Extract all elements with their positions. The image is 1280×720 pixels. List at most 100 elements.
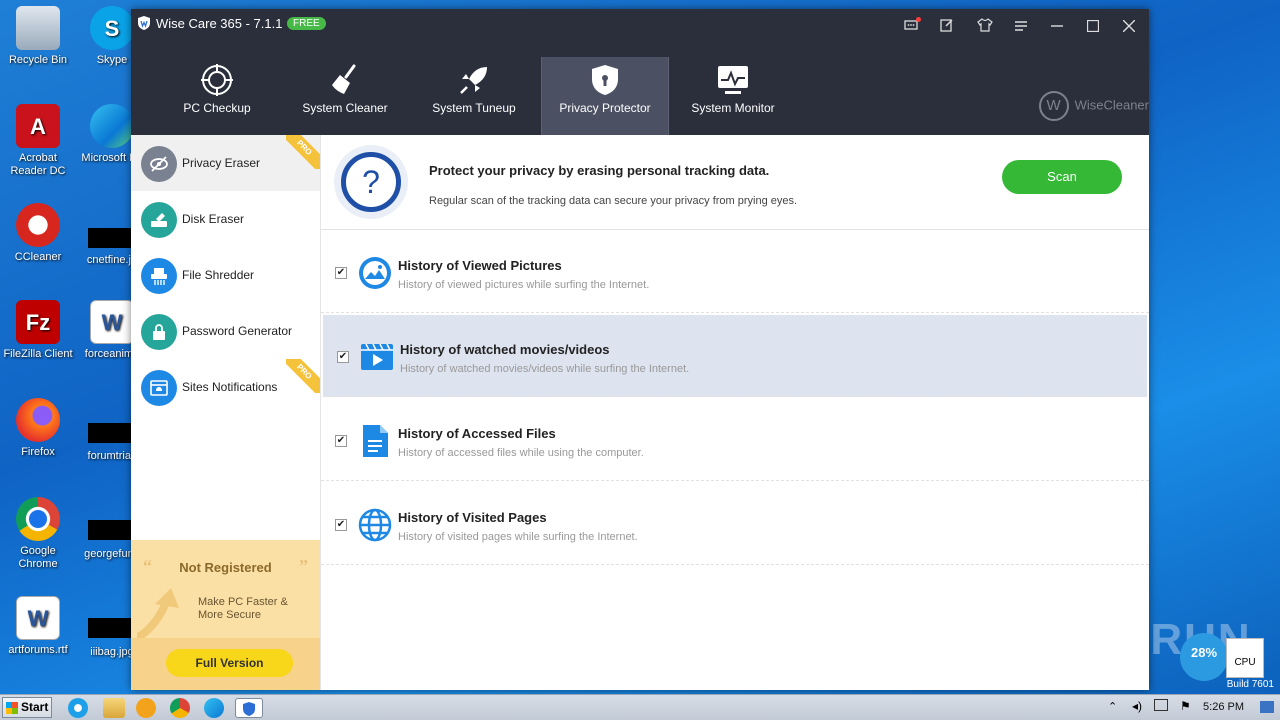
clock[interactable]: 5:26 PM (1203, 701, 1244, 713)
sidebar-item-label: Disk Eraser (182, 212, 245, 226)
feedback-icon[interactable] (901, 17, 921, 37)
desktop-icon-label: artforums.rtf (8, 644, 68, 656)
video-icon (361, 343, 393, 370)
browser-bell-icon (141, 370, 177, 406)
desktop-icon-label: cnetfine.jp (86, 254, 138, 266)
cpu-badge: CPU (1226, 638, 1264, 678)
picture-icon (359, 257, 391, 289)
volume-icon[interactable]: ◂) (1132, 699, 1142, 713)
crosshair-icon (201, 64, 233, 96)
shredder-icon (141, 258, 177, 294)
taskbar-chrome-icon[interactable] (170, 698, 190, 718)
desktop-icon-label: Skype (96, 54, 128, 66)
list-item[interactable]: ✔ History of watched movies/videos Histo… (323, 315, 1147, 397)
window-title: Wise Care 365 - 7.1.1 (156, 16, 283, 31)
scan-button[interactable]: Scan (1002, 160, 1122, 194)
item-description: History of accessed files while using th… (398, 447, 644, 459)
taskbar-wisecare-icon[interactable] (235, 698, 263, 718)
promo-footer: Full Version (131, 638, 320, 690)
tab-system-monitor[interactable]: System Monitor (669, 57, 797, 135)
title-bar: Wise Care 365 - 7.1.1 FREE (131, 9, 1149, 43)
flag-icon[interactable]: ⚑ (1180, 699, 1191, 713)
desktop-icon-label: Google Chrome (18, 545, 58, 570)
tab-label: System Monitor (691, 101, 775, 115)
wisecleaner-mark-icon: W (1038, 91, 1069, 121)
taskbar: Start ⌃ ◂) ⚑ 5:26 PM (0, 694, 1280, 720)
taskbar-explorer-icon[interactable] (103, 698, 125, 718)
pro-ribbon: PRO (286, 135, 320, 169)
desktop-icon-recycle-bin[interactable]: Recycle Bin (0, 6, 76, 67)
tab-label: Privacy Protector (559, 101, 651, 115)
main-content: ? Protect your privacy by erasing person… (321, 135, 1149, 690)
menu-icon[interactable] (1011, 17, 1031, 37)
minimize-button[interactable] (1047, 17, 1067, 37)
windows-build-text: Build 7601 (1226, 679, 1274, 690)
redacted-thumbnail (88, 520, 132, 540)
cpu-usage-circle[interactable]: 28% (1180, 633, 1228, 681)
monitor-chart-icon (718, 66, 748, 94)
desktop-icon-label: CCleaner (14, 251, 62, 263)
sidebar-item-privacy-eraser[interactable]: Privacy Eraser PRO (131, 135, 320, 191)
tab-label: System Cleaner (302, 101, 388, 115)
tab-system-tuneup[interactable]: System Tuneup (410, 57, 538, 135)
sidebar-item-label: Password Generator (182, 324, 293, 338)
desktop-icon-label: Firefox (21, 446, 55, 458)
desktop-icon-label: FileZilla Client (3, 348, 73, 360)
chrome-icon (16, 497, 60, 541)
item-checkbox[interactable]: ✔ (335, 267, 347, 279)
item-description: History of watched movies/videos while s… (400, 363, 690, 375)
show-desktop-icon[interactable] (1260, 701, 1274, 713)
taskbar-ie-icon[interactable] (68, 698, 88, 718)
desktop-icon-label: forumtrial. (87, 450, 137, 462)
edge-icon (90, 104, 134, 148)
recycle-bin-icon (16, 6, 60, 50)
item-checkbox[interactable]: ✔ (337, 351, 349, 363)
list-item[interactable]: ✔ History of Viewed Pictures History of … (321, 231, 1149, 313)
desktop-icon-acrobat[interactable]: A Acrobat Reader DC (0, 104, 76, 178)
tab-privacy-protector[interactable]: Privacy Protector (541, 57, 669, 135)
sidebar-item-disk-eraser[interactable]: Disk Eraser (131, 191, 320, 247)
tray-expand-icon[interactable]: ⌃ (1108, 700, 1117, 713)
desktop-icon-artforums[interactable]: W artforums.rtf (0, 596, 76, 657)
start-button[interactable]: Start (2, 697, 52, 718)
close-button[interactable] (1119, 17, 1139, 37)
free-badge: FREE (287, 17, 326, 30)
desktop-icon-label: iiibag.jpg (90, 646, 134, 658)
acrobat-icon: A (16, 104, 60, 148)
desktop-icon-firefox[interactable]: Firefox (0, 398, 76, 459)
tab-label: PC Checkup (183, 101, 251, 115)
skin-shirt-icon[interactable] (975, 17, 995, 37)
taskbar-media-player-icon[interactable] (136, 698, 156, 718)
item-checkbox[interactable]: ✔ (335, 519, 347, 531)
system-tray: ⌃ ◂) ⚑ 5:26 PM (1102, 695, 1280, 720)
shield-lock-icon (592, 65, 618, 95)
question-icon: ? (334, 145, 408, 219)
item-description: History of visited pages while surfing t… (398, 531, 638, 543)
desktop-icon-filezilla[interactable]: Fz FileZilla Client (0, 300, 76, 361)
desktop-icon-ccleaner[interactable]: CCleaner (0, 203, 76, 264)
sidebar-item-password-generator[interactable]: Password Generator (131, 303, 320, 359)
full-version-button[interactable]: Full Version (166, 649, 293, 677)
sidebar-item-file-shredder[interactable]: File Shredder (131, 247, 320, 303)
item-title: History of Accessed Files (398, 426, 556, 441)
redacted-thumbnail (88, 423, 132, 443)
broom-icon (332, 64, 356, 94)
tab-pc-checkup[interactable]: PC Checkup (153, 57, 281, 135)
wise-shield-icon (138, 16, 150, 30)
maximize-button[interactable] (1083, 17, 1103, 37)
pro-ribbon: PRO (286, 359, 320, 393)
list-item[interactable]: ✔ History of Visited Pages History of vi… (321, 483, 1149, 565)
network-icon[interactable] (1154, 699, 1168, 711)
edit-icon[interactable] (937, 17, 957, 37)
taskbar-edge-icon[interactable] (204, 698, 224, 718)
desktop-icon-chrome[interactable]: Google Chrome (0, 497, 76, 571)
list-item[interactable]: ✔ History of Accessed Files History of a… (321, 399, 1149, 481)
filezilla-icon: Fz (16, 300, 60, 344)
tab-system-cleaner[interactable]: System Cleaner (281, 57, 409, 135)
sidebar-item-sites-notifications[interactable]: Sites Notifications PRO (131, 359, 320, 415)
item-title: History of Viewed Pictures (398, 258, 562, 273)
eye-slash-icon (141, 146, 177, 182)
desktop-icon-label: Recycle Bin (8, 54, 68, 66)
item-checkbox[interactable]: ✔ (335, 435, 347, 447)
word-document-icon: W (90, 300, 134, 344)
